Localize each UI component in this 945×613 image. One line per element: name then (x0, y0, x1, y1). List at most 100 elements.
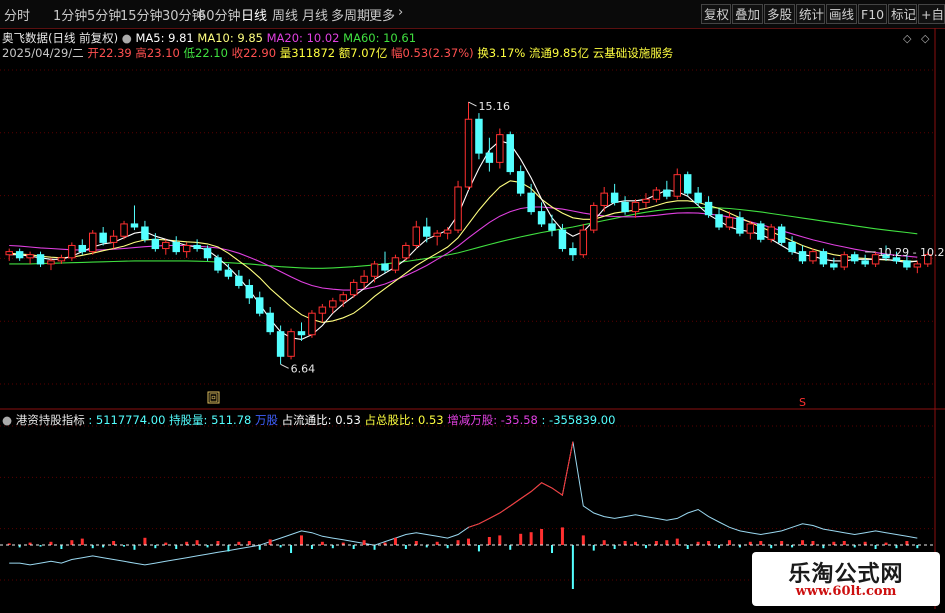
candle-body (402, 244, 410, 259)
candle-body (496, 134, 504, 163)
toolbar-button-1[interactable]: 叠加 (732, 4, 763, 24)
holding-change-bar (268, 539, 272, 545)
indicator-float-ratio: 0.53 (335, 413, 361, 427)
candle-body (5, 251, 13, 256)
candle-body (673, 174, 681, 197)
tab-5[interactable]: 60分钟 (198, 5, 241, 24)
holding-change-bar (529, 532, 533, 545)
holding-change-bar (551, 545, 554, 553)
toolbar-button-0[interactable]: 复权 (701, 4, 731, 24)
candle-body (746, 223, 755, 234)
candle-body (558, 229, 567, 250)
indicator-header: ● 港资持股指标 : 5117774.00 持股量: 511.78 万股 占流通… (2, 412, 615, 428)
holding-change-bar (299, 535, 303, 545)
holding-change-bar (227, 545, 230, 552)
quote-sector: 云基础设施服务 (592, 46, 674, 60)
ma5-label: MA5: 9.81 (135, 31, 194, 45)
candle-body (443, 229, 452, 234)
holding-line-highlight (468, 441, 574, 528)
candle-body (423, 226, 431, 237)
candle-body (464, 118, 473, 188)
toolbar-button-4[interactable]: 画线 (826, 4, 857, 24)
holding-change-bar (686, 545, 689, 549)
candle-body (767, 226, 775, 240)
candle-body (318, 306, 327, 314)
candle-body (193, 244, 201, 250)
ma20-label: MA20: 10.02 (266, 31, 340, 45)
holding-change-bar (487, 537, 491, 545)
holding-change-bar (519, 533, 523, 545)
quote-volume: 量311872 (279, 46, 336, 60)
candle-body (433, 232, 441, 237)
holding-change-bar (540, 529, 544, 545)
candle-body (798, 251, 807, 262)
quote-low: 低22.10 (183, 46, 228, 60)
watermark-url: www.60lt.com (795, 584, 897, 599)
candle-body (57, 257, 66, 262)
indicator-held-amount: 511.78 (211, 413, 252, 427)
tab-10[interactable]: 更多 (369, 5, 395, 24)
candle-body (725, 217, 734, 228)
holding-change-bar (874, 545, 877, 549)
holding-change-bar (39, 545, 42, 547)
candle-body (683, 174, 692, 194)
holding-change-bar (175, 545, 178, 549)
tab-7[interactable]: 周线 (272, 5, 298, 24)
settings-icon[interactable]: ● (122, 31, 132, 45)
range-label: 10.29 - 10.29 (878, 246, 945, 259)
holding-change-bar (404, 545, 407, 549)
tab-1[interactable]: 1分钟 (53, 5, 87, 24)
tab-6[interactable]: 日线 (241, 5, 267, 24)
candle-body (381, 263, 389, 271)
holding-change-bar (133, 545, 136, 550)
holding-change-bar (675, 538, 679, 545)
tab-9[interactable]: 多周期 (331, 5, 370, 24)
holding-change-bar (247, 541, 251, 545)
indicator-change-raw: : -355839.00 (541, 413, 616, 427)
toolbar-button-7[interactable]: +自选 (918, 4, 945, 24)
candle-body (339, 294, 347, 302)
holding-change-bar (123, 545, 126, 547)
toolbar-button-6[interactable]: 标记 (888, 4, 917, 24)
tab-8[interactable]: 月线 (302, 5, 328, 24)
candle-body (47, 260, 55, 265)
candle-body (349, 281, 358, 296)
holding-change-bar (654, 541, 658, 545)
candle-body (485, 152, 494, 163)
indicator-change-label: 增减万股: (447, 413, 498, 427)
tab-0[interactable]: 分时 (4, 5, 30, 24)
candle-body (861, 260, 869, 265)
candle-body (610, 192, 619, 203)
holding-change-bar (571, 545, 574, 589)
low-label: 6.64 (291, 362, 316, 375)
holding-change-bar (811, 541, 815, 545)
ma20-line (9, 206, 918, 291)
candle-body (850, 254, 859, 262)
quote-high: 高23.10 (135, 46, 180, 60)
more-chevron-icon[interactable]: › (398, 5, 403, 20)
indicator-total-ratio-label: 占总股比: (364, 413, 415, 427)
indicator-settings-icon[interactable]: ● (2, 413, 12, 427)
indicator-change-value: -35.58 (500, 413, 538, 427)
candle-body (715, 214, 723, 228)
toolbar-button-3[interactable]: 统计 (796, 4, 825, 24)
candle-body (99, 232, 107, 243)
tab-2[interactable]: 5分钟 (87, 5, 121, 24)
holding-change-bar (362, 540, 366, 545)
candle-body (287, 331, 295, 357)
marker-q-label: 回 (209, 393, 218, 404)
kline-chart[interactable]: 15.16 6.64 10.29 - 10.29 回 S ◇ ◇ (0, 28, 945, 609)
holding-change-bar (509, 545, 512, 550)
candle-body (663, 189, 671, 197)
holding-change-bar (290, 545, 293, 553)
tab-3[interactable]: 15分钟 (120, 5, 163, 24)
toolbar-button-2[interactable]: 多股 (764, 4, 795, 24)
candle-body (297, 331, 306, 336)
holding-change-bar (780, 541, 784, 545)
holding-change-bar (905, 541, 909, 545)
holding-change-bar (216, 541, 220, 545)
toolbar-button-5[interactable]: F10 (858, 4, 887, 24)
chart-frame: 15.16 6.64 10.29 - 10.29 回 S ◇ ◇ (0, 28, 945, 609)
marker-s-label: S (799, 396, 806, 409)
holding-change-bar (373, 545, 376, 550)
